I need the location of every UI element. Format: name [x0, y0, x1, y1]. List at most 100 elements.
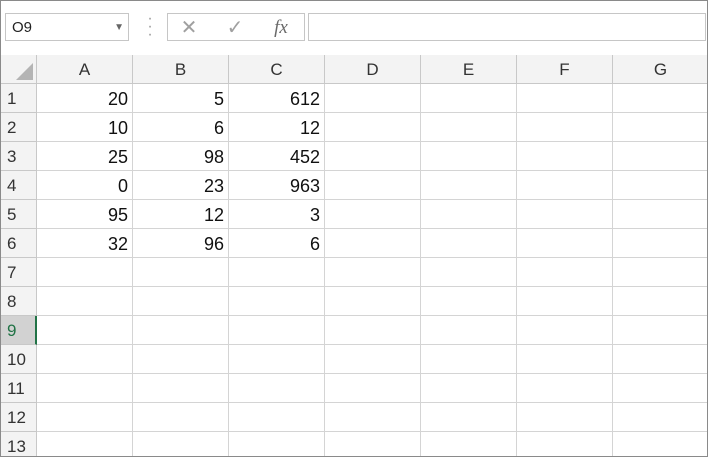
- cell-f13[interactable]: [517, 432, 613, 456]
- cell-a6[interactable]: 32: [37, 229, 133, 258]
- chevron-down-icon[interactable]: ▼: [114, 16, 124, 40]
- insert-function-icon[interactable]: fx: [266, 16, 296, 40]
- cell-c3[interactable]: 452: [229, 142, 325, 171]
- formula-input[interactable]: [308, 13, 706, 41]
- cell-a12[interactable]: [37, 403, 133, 432]
- row-header-4[interactable]: 4: [1, 171, 37, 200]
- cell-g5[interactable]: [613, 200, 707, 229]
- cell-d3[interactable]: [325, 142, 421, 171]
- cell-d4[interactable]: [325, 171, 421, 200]
- cell-e8[interactable]: [421, 287, 517, 316]
- cell-d6[interactable]: [325, 229, 421, 258]
- cell-d1[interactable]: [325, 84, 421, 113]
- row-header-10[interactable]: 10: [1, 345, 37, 374]
- cell-f3[interactable]: [517, 142, 613, 171]
- cell-d13[interactable]: [325, 432, 421, 456]
- cell-a5[interactable]: 95: [37, 200, 133, 229]
- cell-f10[interactable]: [517, 345, 613, 374]
- cell-d12[interactable]: [325, 403, 421, 432]
- cell-f2[interactable]: [517, 113, 613, 142]
- cell-b9[interactable]: [133, 316, 229, 345]
- cell-e7[interactable]: [421, 258, 517, 287]
- cell-c10[interactable]: [229, 345, 325, 374]
- column-header-e[interactable]: E: [421, 55, 517, 84]
- row-header-2[interactable]: 2: [1, 113, 37, 142]
- cell-f12[interactable]: [517, 403, 613, 432]
- row-header-12[interactable]: 12: [1, 403, 37, 432]
- cell-a2[interactable]: 10: [37, 113, 133, 142]
- cell-a4[interactable]: 0: [37, 171, 133, 200]
- cell-b2[interactable]: 6: [133, 113, 229, 142]
- name-box[interactable]: O9 ▼: [5, 13, 129, 41]
- column-header-c[interactable]: C: [229, 55, 325, 84]
- column-header-g[interactable]: G: [613, 55, 707, 84]
- cell-e4[interactable]: [421, 171, 517, 200]
- cell-d11[interactable]: [325, 374, 421, 403]
- cell-e5[interactable]: [421, 200, 517, 229]
- cell-d8[interactable]: [325, 287, 421, 316]
- row-header-11[interactable]: 11: [1, 374, 37, 403]
- select-all-corner[interactable]: [1, 55, 37, 84]
- cell-a7[interactable]: [37, 258, 133, 287]
- cell-a1[interactable]: 20: [37, 84, 133, 113]
- cell-c12[interactable]: [229, 403, 325, 432]
- cell-b10[interactable]: [133, 345, 229, 374]
- row-header-5[interactable]: 5: [1, 200, 37, 229]
- cell-a3[interactable]: 25: [37, 142, 133, 171]
- cell-g4[interactable]: [613, 171, 707, 200]
- cell-a8[interactable]: [37, 287, 133, 316]
- cell-g12[interactable]: [613, 403, 707, 432]
- cell-g3[interactable]: [613, 142, 707, 171]
- cell-f8[interactable]: [517, 287, 613, 316]
- cell-c5[interactable]: 3: [229, 200, 325, 229]
- cell-f9[interactable]: [517, 316, 613, 345]
- cell-e6[interactable]: [421, 229, 517, 258]
- row-header-9[interactable]: 9: [1, 316, 37, 345]
- cell-a11[interactable]: [37, 374, 133, 403]
- cell-b8[interactable]: [133, 287, 229, 316]
- column-header-f[interactable]: F: [517, 55, 613, 84]
- row-header-1[interactable]: 1: [1, 84, 37, 113]
- cell-g6[interactable]: [613, 229, 707, 258]
- cell-g11[interactable]: [613, 374, 707, 403]
- cell-e11[interactable]: [421, 374, 517, 403]
- cell-f11[interactable]: [517, 374, 613, 403]
- cell-g2[interactable]: [613, 113, 707, 142]
- cancel-icon[interactable]: ✕: [174, 16, 204, 40]
- cell-b6[interactable]: 96: [133, 229, 229, 258]
- cell-b4[interactable]: 23: [133, 171, 229, 200]
- cell-f4[interactable]: [517, 171, 613, 200]
- cell-c9[interactable]: [229, 316, 325, 345]
- cell-c7[interactable]: [229, 258, 325, 287]
- cell-e10[interactable]: [421, 345, 517, 374]
- cell-g10[interactable]: [613, 345, 707, 374]
- cell-f5[interactable]: [517, 200, 613, 229]
- cell-c13[interactable]: [229, 432, 325, 456]
- row-header-6[interactable]: 6: [1, 229, 37, 258]
- cell-b1[interactable]: 5: [133, 84, 229, 113]
- cell-b5[interactable]: 12: [133, 200, 229, 229]
- cell-g13[interactable]: [613, 432, 707, 456]
- cell-a9[interactable]: [37, 316, 133, 345]
- row-header-7[interactable]: 7: [1, 258, 37, 287]
- cell-a10[interactable]: [37, 345, 133, 374]
- cell-d9[interactable]: [325, 316, 421, 345]
- cell-c1[interactable]: 612: [229, 84, 325, 113]
- cell-f7[interactable]: [517, 258, 613, 287]
- cell-b12[interactable]: [133, 403, 229, 432]
- column-header-a[interactable]: A: [37, 55, 133, 84]
- cell-e3[interactable]: [421, 142, 517, 171]
- cell-g1[interactable]: [613, 84, 707, 113]
- cell-b7[interactable]: [133, 258, 229, 287]
- cell-e2[interactable]: [421, 113, 517, 142]
- cell-e13[interactable]: [421, 432, 517, 456]
- cell-d10[interactable]: [325, 345, 421, 374]
- cell-g8[interactable]: [613, 287, 707, 316]
- cell-g9[interactable]: [613, 316, 707, 345]
- cell-c11[interactable]: [229, 374, 325, 403]
- row-header-13[interactable]: 13: [1, 432, 37, 456]
- cell-d2[interactable]: [325, 113, 421, 142]
- drag-handle-icon[interactable]: · · ·: [145, 11, 155, 43]
- cell-b3[interactable]: 98: [133, 142, 229, 171]
- cell-g7[interactable]: [613, 258, 707, 287]
